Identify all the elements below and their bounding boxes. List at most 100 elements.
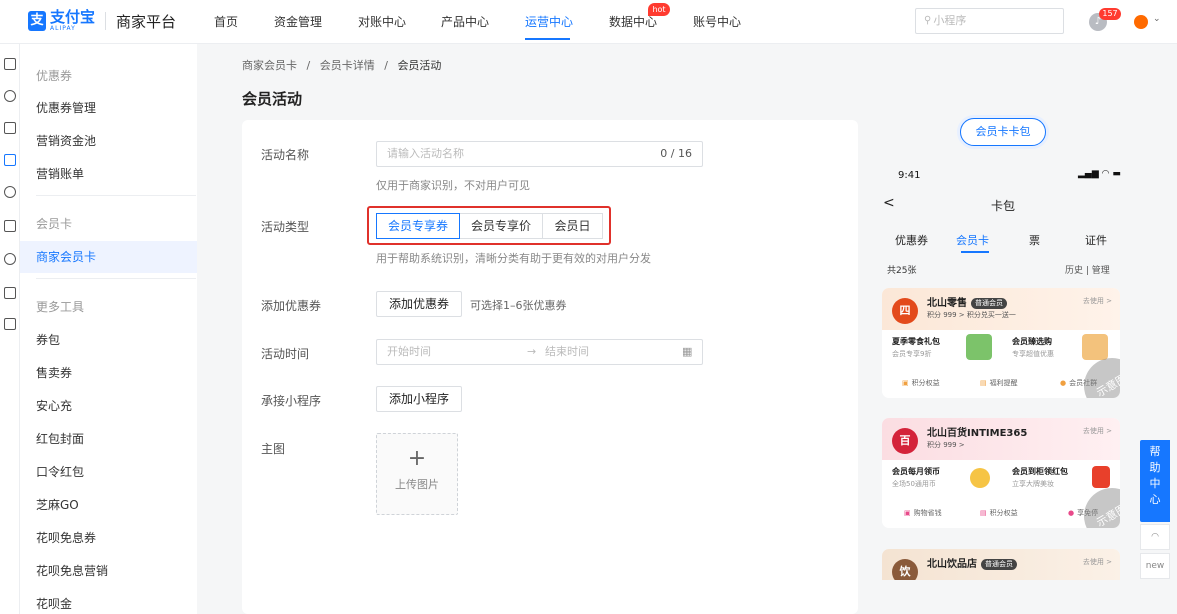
sidebar-item-password-red-packet[interactable]: 口令红包 <box>20 456 197 488</box>
sidebar-item-red-packet-cover[interactable]: 红包封面 <box>20 423 197 455</box>
add-mini-program-button[interactable]: 添加小程序 <box>376 386 463 412</box>
image-uploader[interactable]: + 上传图片 <box>376 433 458 515</box>
activity-type-help: 用于帮助系统识别，清晰分类有助于更有效的对用户分发 <box>376 252 651 265</box>
store-name: 北山百货INTIME365 <box>927 428 1028 439</box>
brand-name: 支付宝 <box>50 8 96 26</box>
phone-history-manage: 历史 | 管理 <box>1065 266 1110 276</box>
sidebar-item-huabei-free-marketing[interactable]: 花呗免息营销 <box>20 555 197 587</box>
icon-rail <box>0 44 20 614</box>
brand-name-en: ALIPAY <box>50 25 76 32</box>
activity-name-input[interactable]: 请输入活动名称 0 / 16 <box>376 141 703 167</box>
activity-name-help: 仅用于商家识别，不对用户可见 <box>376 179 530 192</box>
use-link: 去使用 > <box>1082 558 1112 566</box>
voucher-icon <box>1082 334 1108 360</box>
add-coupon-hint: 可选择1–6张优惠券 <box>470 299 567 312</box>
new-feature-icon[interactable]: new <box>1140 553 1170 579</box>
alipay-logo-icon: 支 <box>28 11 46 31</box>
alipay-logo[interactable]: 支 支付宝 ALIPAY 商家平台 <box>28 10 176 32</box>
sidebar-item-marketing-bill[interactable]: 营销账单 <box>20 158 197 190</box>
nav-account[interactable]: 账号中心 <box>693 0 741 44</box>
nav-reconciliation[interactable]: 对账中心 <box>358 0 406 44</box>
upload-label: 上传图片 <box>395 478 439 491</box>
main-image-label: 主图 <box>261 442 286 456</box>
red-packet-icon <box>1092 466 1110 488</box>
sidebar-item-huabei-gold[interactable]: 花呗金 <box>20 588 197 614</box>
breadcrumb: 商家会员卡 / 会员卡详情 / 会员活动 <box>242 57 441 73</box>
cloud-icon[interactable] <box>4 186 16 198</box>
sidebar-divider <box>36 278 196 279</box>
back-icon: < <box>883 195 895 211</box>
compass-icon[interactable] <box>4 90 16 102</box>
type-option-member-coupon[interactable]: 会员专享券 <box>376 213 460 239</box>
sidebar-item-marketing-pool[interactable]: 营销资金池 <box>20 125 197 157</box>
sidebar-item-sale-coupon[interactable]: 售卖券 <box>20 357 197 389</box>
chat-icon: ● <box>1060 379 1067 387</box>
headset-icon[interactable]: ◠ <box>1140 524 1170 550</box>
breadcrumb-item[interactable]: 商家会员卡 <box>242 59 297 72</box>
preview-title-pill: 会员卡卡包 <box>960 118 1046 146</box>
parking-icon: ● <box>1068 509 1075 517</box>
help-center-button[interactable]: 帮助中心 <box>1140 440 1170 522</box>
phone-time: 9:41 <box>898 170 921 181</box>
logo-divider <box>105 12 107 30</box>
calendar-icon: ▦ <box>682 345 693 358</box>
breadcrumb-item[interactable]: 会员卡详情 <box>320 59 375 72</box>
target-icon[interactable] <box>4 253 16 265</box>
top-bar: 支 支付宝 ALIPAY 商家平台 首页 资金管理 对账中心 产品中心 运营中心… <box>0 0 1177 44</box>
sidebar-divider <box>36 195 196 196</box>
store-logo-icon: 饮 <box>892 559 918 580</box>
list-icon[interactable] <box>4 287 16 299</box>
sidebar-group-member-card: 会员卡 <box>36 217 73 231</box>
type-option-member-price[interactable]: 会员专享价 <box>459 213 543 239</box>
chevron-down-icon[interactable]: ⌄ <box>1153 14 1161 24</box>
range-arrow: → <box>527 345 537 358</box>
sidebar-item-huabei-free-coupon[interactable]: 花呗免息券 <box>20 522 197 554</box>
add-coupon-label: 添加优惠券 <box>261 299 322 313</box>
member-tag: 普通会员 <box>981 559 1017 570</box>
report-icon[interactable] <box>4 318 16 330</box>
activity-type-label: 活动类型 <box>261 220 310 234</box>
sidebar-item-zhima-go[interactable]: 芝麻GO <box>20 489 197 521</box>
document-icon[interactable] <box>4 122 16 134</box>
sidebar: 优惠券 优惠券管理 营销资金池 营销账单 会员卡 商家会员卡 更多工具 券包 售… <box>20 44 197 614</box>
points-text: 积分 999 > 积分兑买一送一 <box>927 311 1016 319</box>
plus-icon: + <box>407 446 427 471</box>
nav-active-indicator <box>525 38 570 40</box>
sidebar-item-coupon-pack[interactable]: 券包 <box>20 324 197 356</box>
mini-program-label: 承接小程序 <box>261 394 322 408</box>
phone-tab-member-card: 会员卡 <box>956 234 989 247</box>
sidebar-group-more-tools: 更多工具 <box>36 300 85 314</box>
search-placeholder: 小程序 <box>933 14 967 27</box>
points-text: 积分 999 > <box>927 441 965 449</box>
activity-time-label: 活动时间 <box>261 347 310 361</box>
gift-icon[interactable] <box>4 154 16 166</box>
store-name: 北山零售 <box>927 298 967 309</box>
search-input[interactable]: ⚲ 小程序 <box>915 8 1064 34</box>
store-logo-icon: 四 <box>892 298 918 324</box>
type-option-member-day[interactable]: 会员日 <box>542 213 603 239</box>
start-time-placeholder: 开始时间 <box>387 345 431 358</box>
nav-home[interactable]: 首页 <box>214 0 238 44</box>
nav-funds[interactable]: 资金管理 <box>274 0 322 44</box>
box-icon[interactable] <box>4 220 16 232</box>
avatar[interactable] <box>1134 15 1148 29</box>
nav-products[interactable]: 产品中心 <box>441 0 489 44</box>
end-time-placeholder: 结束时间 <box>545 345 589 358</box>
phone-card-count: 共25张 <box>887 266 917 276</box>
sidebar-item-coupon-management[interactable]: 优惠券管理 <box>20 92 197 124</box>
member-card-preview: 饮 北山饮品店 普通会员 去使用 > <box>882 549 1120 580</box>
sidebar-item-merchant-member-card[interactable]: 商家会员卡 <box>20 241 197 273</box>
benefit-label: 积分权益 <box>911 379 940 387</box>
activity-time-range-picker[interactable]: 开始时间 → 结束时间 ▦ <box>376 339 703 365</box>
activity-name-placeholder: 请输入活动名称 <box>387 147 464 160</box>
search-icon: ⚲ <box>924 15 932 26</box>
page-title: 会员活动 <box>242 90 303 108</box>
member-tag: 普通会员 <box>971 298 1007 309</box>
add-coupon-button[interactable]: 添加优惠券 <box>376 291 463 317</box>
breadcrumb-current: 会员活动 <box>397 59 442 72</box>
sidebar-item-anxin-recharge[interactable]: 安心充 <box>20 390 197 422</box>
platform-title: 商家平台 <box>116 12 177 31</box>
form-card <box>242 120 858 614</box>
home-icon[interactable] <box>4 58 16 70</box>
phone-tab-ids: 证件 <box>1085 234 1107 247</box>
